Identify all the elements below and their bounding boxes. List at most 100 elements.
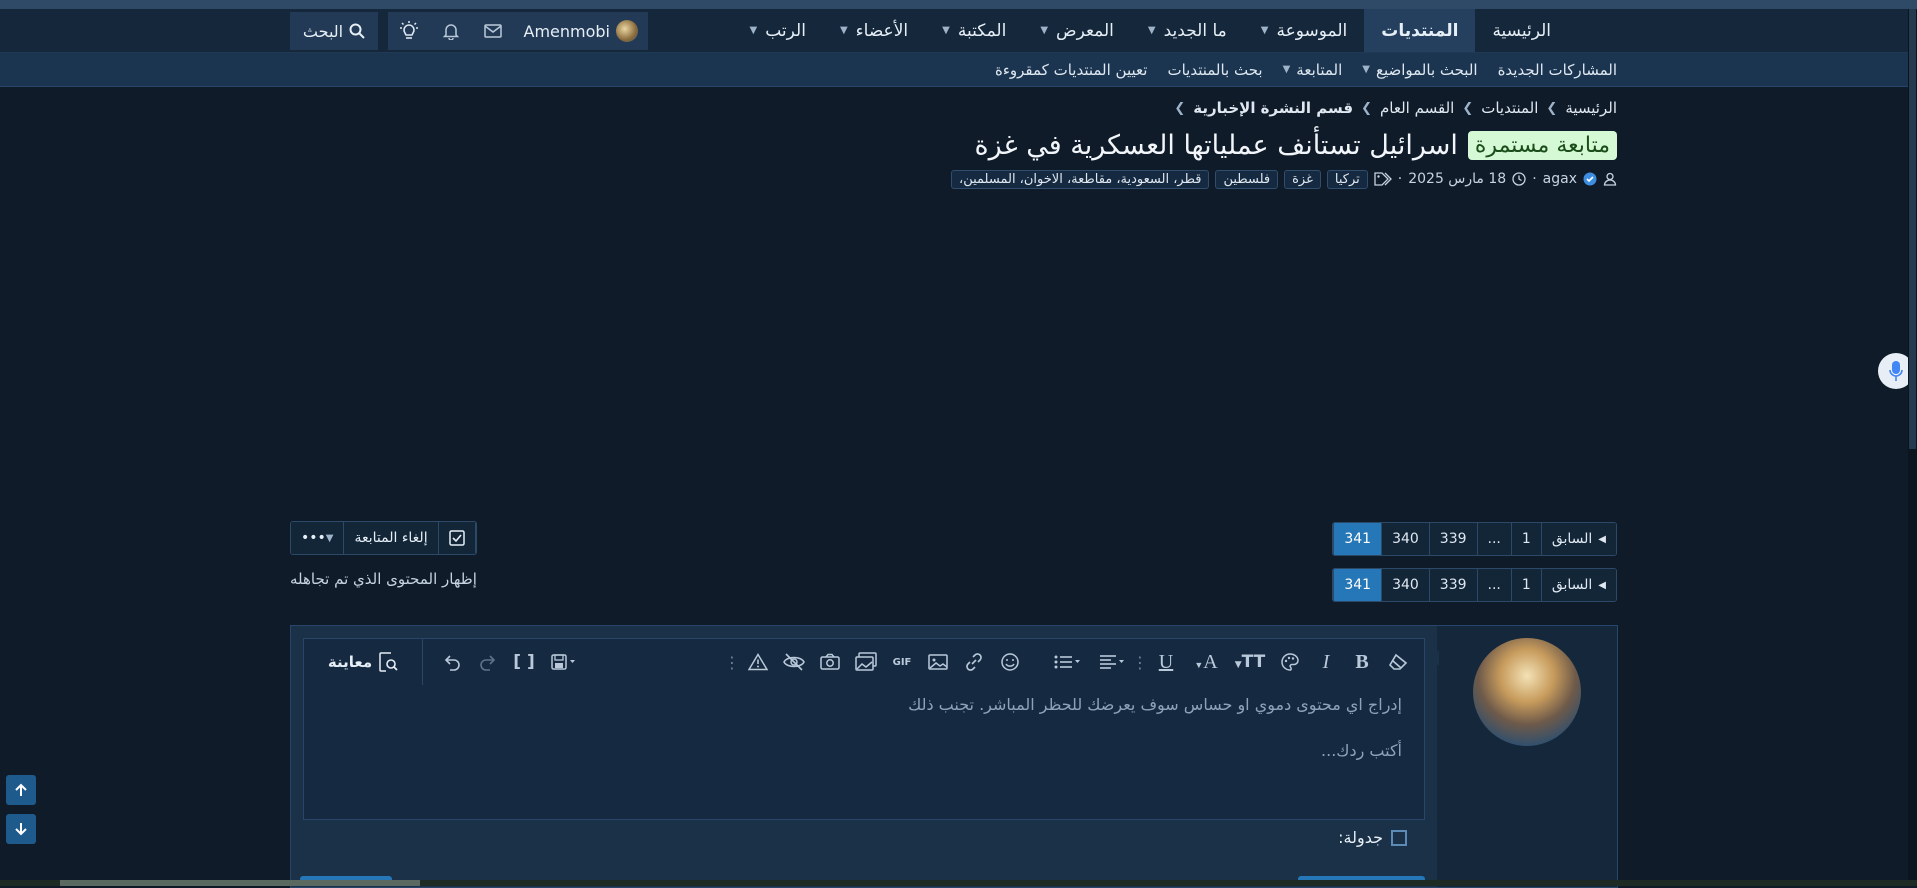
user-toolbar: Amenmobi [388,12,648,50]
horizontal-scrollbar[interactable] [0,880,1917,886]
prev-page-button[interactable]: ◀ السابق [1540,569,1616,601]
subnav-item[interactable]: المتابعة ▼ [1283,61,1343,79]
sub-navbar [0,53,1917,87]
font-family-button[interactable]: A▼ [1184,644,1228,680]
select-posts-button[interactable] [438,522,476,554]
page-number[interactable]: 1 [1510,523,1541,555]
page-number[interactable]: 339 [1428,569,1477,601]
drafts-button[interactable] [542,644,586,680]
schedule-checkbox[interactable] [1391,829,1407,846]
account-button[interactable]: Amenmobi [514,20,649,42]
message-pointer [1429,650,1439,666]
page-number[interactable]: 1 [1510,569,1541,601]
chevron-down-icon: ▼ [1040,25,1049,36]
photo-button[interactable] [812,644,848,680]
inbox-button[interactable] [472,12,514,50]
page-number[interactable]: 341 [1333,523,1382,555]
breadcrumb-item[interactable]: المنتديات [1481,99,1538,117]
subnav-item[interactable]: تعيين المنتديات كمقروءة [995,61,1147,79]
verified-icon [1583,172,1597,186]
page-number[interactable]: 340 [1381,569,1429,601]
brackets-icon: [ ] [513,652,535,672]
subnav-item[interactable]: بحث بالمنتديات [1167,61,1262,79]
thread-actions: ••• ▼ إلغاء المتابعة [290,521,477,555]
nav-tab[interactable]: ما الجديد ▼ [1131,9,1244,52]
image-icon [928,653,948,671]
reply-user-avatar[interactable] [1473,638,1581,746]
nav-tab[interactable]: المعرض ▼ [1023,9,1131,52]
nav-tab[interactable]: الأعضاء ▼ [823,9,925,52]
arrow-up-icon [14,783,28,797]
toggle-bbcode-button[interactable]: [ ] [506,644,542,680]
more-options-icon[interactable]: ⋮ [1132,653,1148,672]
subnav-item[interactable]: البحث بالمواضيع ▼ [1362,61,1477,79]
subnav-item[interactable]: المشاركات الجديدة [1498,61,1617,79]
alerts-button[interactable] [430,12,472,50]
editor-placeholder[interactable]: أكتب ردك... [1321,741,1402,760]
scroll-bottom-button[interactable] [6,814,36,844]
page-jump-button[interactable]: ... [1476,569,1511,601]
editor-toolbar-left: [ ] [434,639,586,685]
emoji-button[interactable] [992,644,1028,680]
spoiler-button[interactable] [776,644,812,680]
thread-prefix-label[interactable]: متابعة مستمرة [1467,130,1617,160]
redo-button[interactable] [470,644,506,680]
unwatch-button[interactable]: إلغاء المتابعة [344,522,439,554]
more-dots: ••• [301,530,326,546]
link-button[interactable] [956,644,992,680]
undo-button[interactable] [434,644,470,680]
preview-button[interactable]: معاينة [304,639,423,685]
thread-tag[interactable]: غزة [1284,169,1321,189]
show-ignored-link[interactable]: إظهار المحتوى الذي تم تجاهله [290,570,477,588]
search-button[interactable]: البحث [290,12,378,50]
image-button[interactable] [920,644,956,680]
scrollbar-thumb[interactable] [1909,9,1916,449]
rich-text-editor: B I TT▼ A▼ U ⋮ GIF ⋮ [ ] معاينة إدراج اي… [303,638,1425,820]
schedule-option[interactable]: جدولة: [1338,828,1407,847]
vertical-scrollbar[interactable] [1908,9,1917,886]
breadcrumb-item[interactable]: قسم النشرة الإخبارية [1193,99,1353,117]
more-options-icon[interactable]: ⋮ [724,653,740,672]
more-options-button[interactable]: ••• ▼ [291,522,345,554]
breadcrumb-item[interactable]: الرئيسية [1565,99,1617,117]
hscrollbar-thumb[interactable] [60,880,420,886]
style-toggle-button[interactable] [388,12,430,50]
gif-button[interactable]: GIF [884,644,920,680]
page-jump-button[interactable]: ... [1476,523,1511,555]
chevron-down-icon: ▼ [325,532,334,544]
page-number[interactable]: 341 [1333,569,1382,601]
align-icon [1099,654,1125,670]
align-button[interactable] [1090,644,1134,680]
microphone-icon [1889,360,1903,382]
media-gallery-button[interactable] [848,644,884,680]
smiley-icon [1000,652,1020,672]
nav-tab[interactable]: الموسوعة ▼ [1244,9,1365,52]
thread-tag[interactable]: تركيا [1326,169,1368,189]
scroll-top-button[interactable] [6,775,36,805]
font-size-button[interactable]: TT▼ [1228,644,1272,680]
prev-page-button[interactable]: ◀ السابق [1540,523,1616,555]
underline-button[interactable]: U [1148,644,1184,680]
page-number[interactable]: 339 [1428,523,1477,555]
prev-label: السابق [1551,577,1593,593]
clear-formatting-button[interactable] [1380,644,1416,680]
nav-tab[interactable]: المنتديات [1364,9,1476,52]
editor-notice[interactable]: إدراج اي محتوى دموي او حساس سوف يعرضك لل… [908,695,1402,714]
nav-tab[interactable]: الرتب ▼ [733,9,823,52]
breadcrumb-item[interactable]: القسم العام [1380,99,1454,117]
checkbox-icon [448,530,465,546]
color-button[interactable] [1272,644,1308,680]
nav-tab[interactable]: المكتبة ▼ [925,9,1023,52]
thread-date[interactable]: 18 مارس 2025 [1408,171,1506,187]
list-button[interactable] [1046,644,1090,680]
nav-tab[interactable]: الرئيسية [1475,9,1568,52]
text-size-icon: TT▼ [1234,652,1266,672]
thread-tag[interactable]: فلسطين [1215,169,1279,189]
bold-button[interactable]: B [1344,644,1380,680]
thread-author[interactable]: agax [1543,171,1577,187]
warning-button[interactable] [740,644,776,680]
prev-label: السابق [1551,531,1593,547]
page-number[interactable]: 340 [1381,523,1429,555]
thread-tag[interactable]: قطر، السعودية، مقاطعة، الاخوان، المسلمين… [951,169,1210,189]
italic-button[interactable]: I [1308,644,1344,680]
